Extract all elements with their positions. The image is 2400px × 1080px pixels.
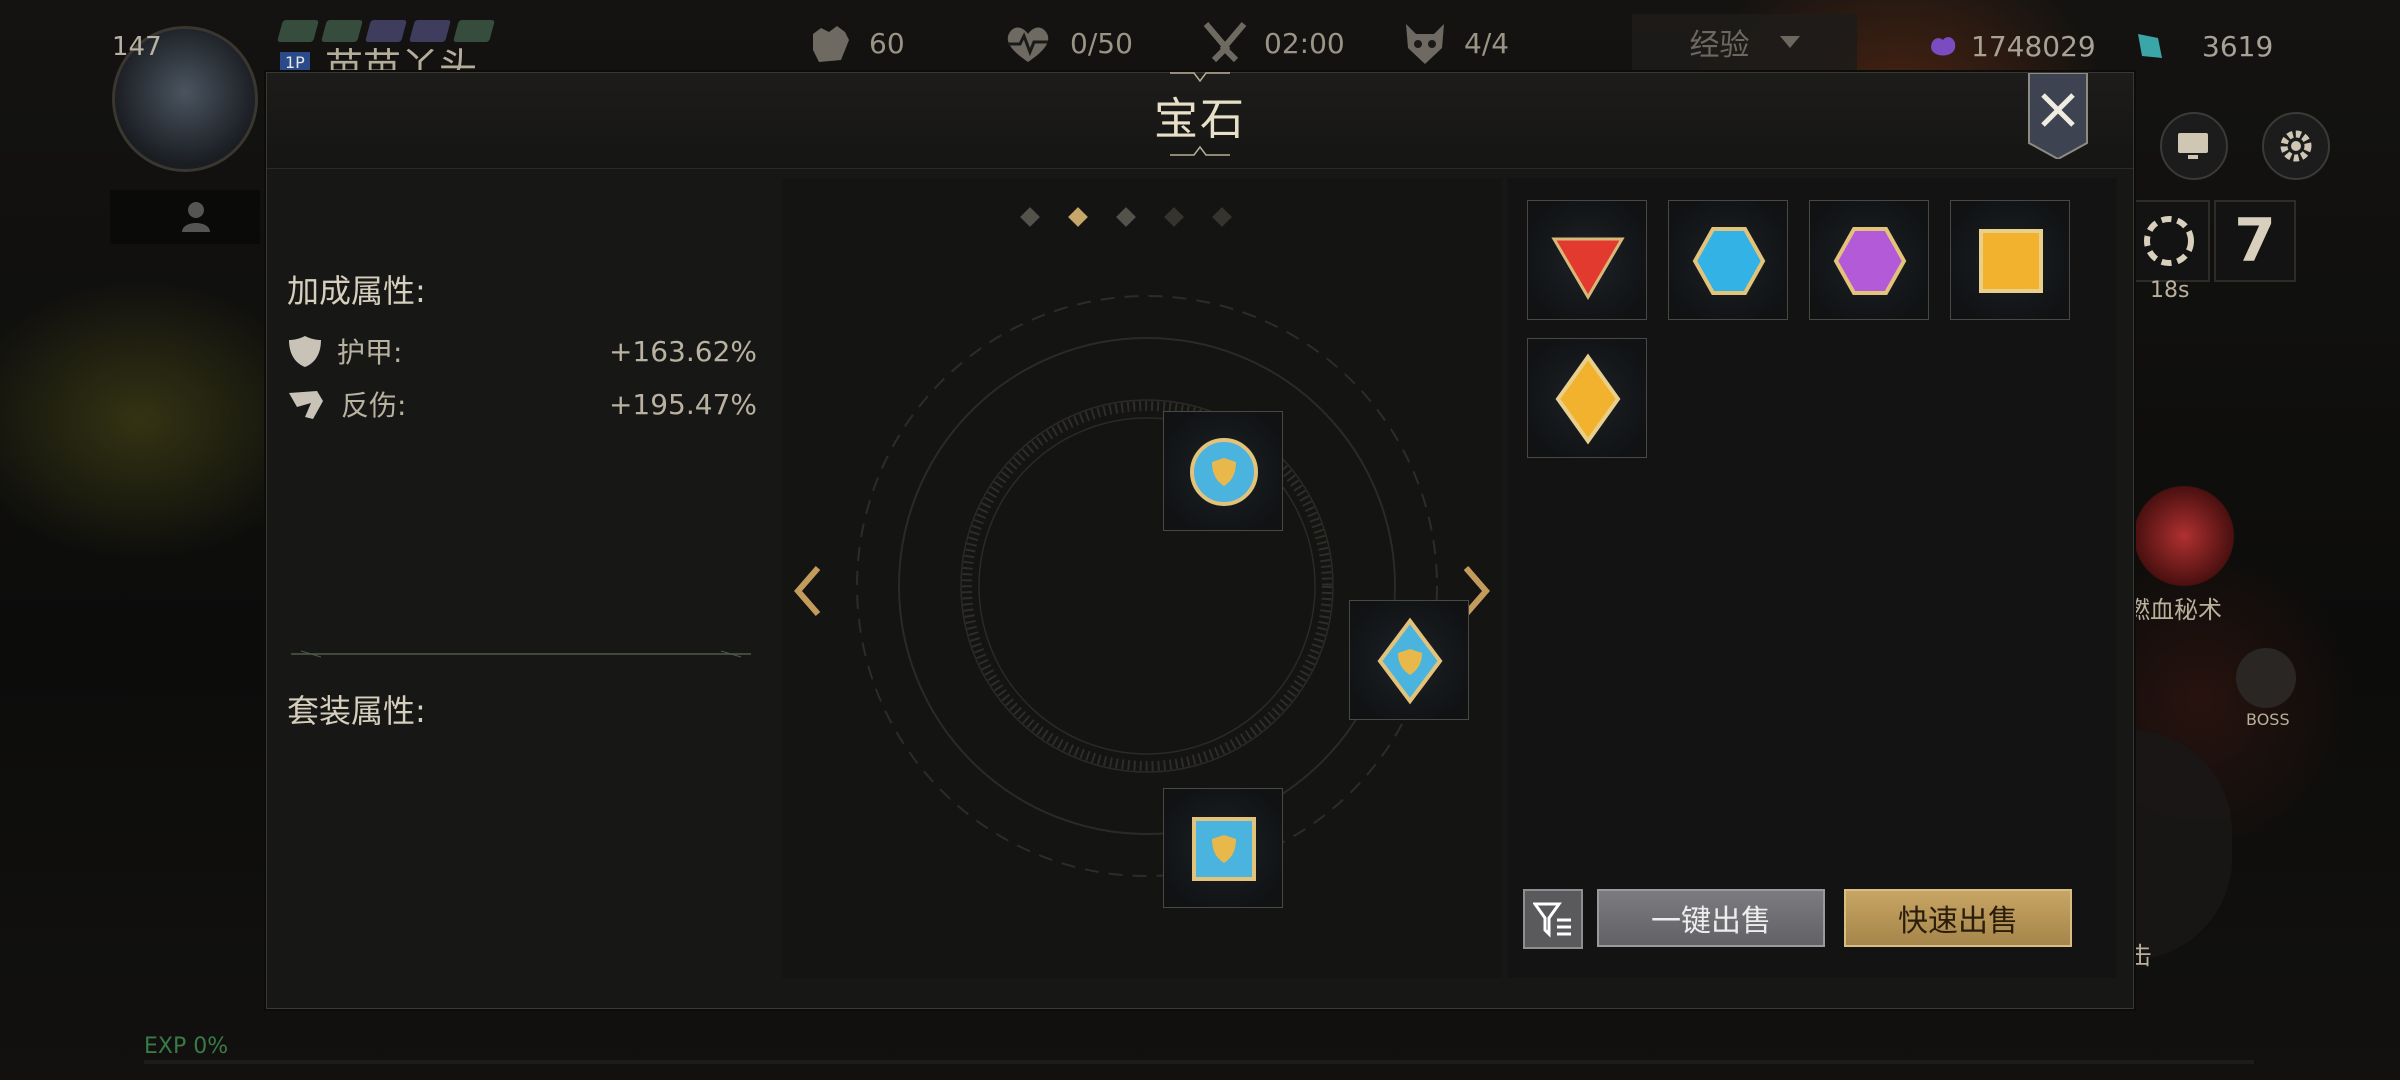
stat-boss: 4/4 (1400, 20, 1509, 66)
currency-purple: 1748029 (1925, 28, 2096, 64)
stat-value: 02:00 (1264, 26, 1345, 60)
currency-value: 1748029 (1971, 29, 2096, 63)
settings-button[interactable] (2262, 112, 2330, 180)
attr-row-reflect: 反伤: +195.47% (287, 384, 757, 424)
ornament-icon (1170, 72, 1230, 83)
inventory-slot[interactable] (1809, 200, 1929, 320)
exp-bar (144, 1060, 2254, 1064)
skill-blood-button[interactable] (2134, 486, 2234, 586)
ornament-icon (1170, 145, 1230, 156)
cooldown-skill-slot[interactable] (2128, 200, 2210, 282)
exp-label: EXP 0% (144, 1034, 229, 1059)
skill-number: 7 (2234, 206, 2276, 276)
attr-value: +195.47% (608, 387, 757, 421)
page-dot[interactable] (1164, 207, 1184, 227)
gem-modal: 宝石 加成属性: 护甲: +163.62% 反伤: +195.47% 套装属性: (266, 72, 2134, 1009)
page-dot[interactable] (1020, 207, 1040, 227)
magic-circle-decoration (856, 295, 1438, 877)
stat-value: 60 (869, 26, 905, 60)
gem-socket-panel (782, 178, 1655, 978)
gem-inventory-panel (1507, 178, 2117, 978)
socket-center[interactable] (1349, 600, 1469, 720)
square-gem-icon (1192, 817, 1256, 881)
currency-value: 3619 (2202, 29, 2274, 63)
crystal-icon (2138, 34, 2162, 58)
stat-timer: 02:00 (1200, 20, 1345, 66)
inventory-slot[interactable] (1950, 200, 2070, 320)
socket-top-left[interactable] (1163, 411, 1283, 531)
stat-heart: 0/50 (1000, 20, 1133, 66)
settings-monitor-button[interactable] (2160, 112, 2228, 180)
attr-value: +163.62% (608, 334, 757, 368)
prev-arrow-icon[interactable] (790, 564, 824, 618)
page-indicator (1020, 207, 1232, 227)
mode-dropdown[interactable]: 经验 (1632, 14, 1857, 70)
fist-icon (813, 26, 849, 62)
inventory-slot[interactable] (1527, 200, 1647, 320)
modal-title: 宝石 (1154, 94, 1246, 145)
crossed-swords-icon (1203, 22, 1247, 63)
demon-mask-icon (1406, 24, 1444, 64)
boss-label: BOSS (2246, 710, 2290, 729)
blue-hexagon-gem-icon (1692, 227, 1766, 295)
gear-icon (2280, 130, 2312, 162)
attribute-panel: 加成属性: 护甲: +163.62% 反伤: +195.47% 套装属性: (267, 171, 767, 991)
player-level: 147 (112, 32, 162, 62)
shield-icon (289, 336, 321, 367)
cooldown-timer: 18s (2150, 278, 2190, 303)
red-triangle-gem-icon (1551, 237, 1625, 300)
dropdown-label: 经验 (1689, 28, 1750, 63)
currency-blue: 3619 (2130, 28, 2273, 64)
buff-icon[interactable] (277, 20, 319, 42)
inventory-slot[interactable] (1668, 200, 1788, 320)
socket-bottom-left[interactable] (1163, 788, 1283, 908)
stat-value: 0/50 (1070, 26, 1133, 60)
section-divider (291, 650, 751, 658)
yellow-square-gem-icon (1979, 229, 2043, 293)
sell-all-button[interactable]: 一键出售 (1597, 889, 1825, 947)
claw-icon (289, 391, 323, 419)
purple-hexagon-gem-icon (1833, 227, 1907, 295)
set-title: 套装属性: (287, 692, 426, 730)
close-button[interactable] (2027, 73, 2089, 159)
bonus-title: 加成属性: (287, 272, 426, 310)
chevron-down-icon (1779, 36, 1800, 48)
inventory-slot[interactable] (1527, 338, 1647, 458)
party-slot[interactable] (110, 190, 260, 244)
modal-header: 宝石 (267, 72, 2133, 169)
heart-pulse-icon (1007, 27, 1049, 62)
attr-label: 护甲: (337, 336, 403, 369)
boss-button[interactable] (2236, 648, 2296, 708)
circle-gem-icon (1190, 438, 1258, 506)
purple-gem-icon (1931, 37, 1956, 56)
filter-icon (1533, 902, 1571, 938)
stat-fist: 60 (805, 20, 905, 66)
page-dot-active[interactable] (1068, 207, 1088, 227)
monitor-gear-icon (2178, 133, 2208, 159)
stat-value: 4/4 (1464, 26, 1510, 60)
diamond-gem-icon (1377, 617, 1443, 705)
person-icon (182, 202, 210, 232)
page-dot[interactable] (1116, 207, 1136, 227)
player-tag: 1P (280, 52, 310, 73)
skill-blood-label: 燃血秘术 (2126, 596, 2222, 624)
skill-number-slot[interactable]: 7 (2214, 200, 2296, 282)
attr-label: 反伤: (341, 389, 407, 422)
yellow-diamond-gem-icon (1555, 353, 1621, 445)
filter-button[interactable] (1523, 889, 1583, 949)
page-dot[interactable] (1212, 207, 1232, 227)
skill-cooldown-icon (2144, 216, 2194, 266)
quick-sell-button[interactable]: 快速出售 (1844, 889, 2072, 947)
attr-row-armor: 护甲: +163.62% (287, 331, 757, 371)
